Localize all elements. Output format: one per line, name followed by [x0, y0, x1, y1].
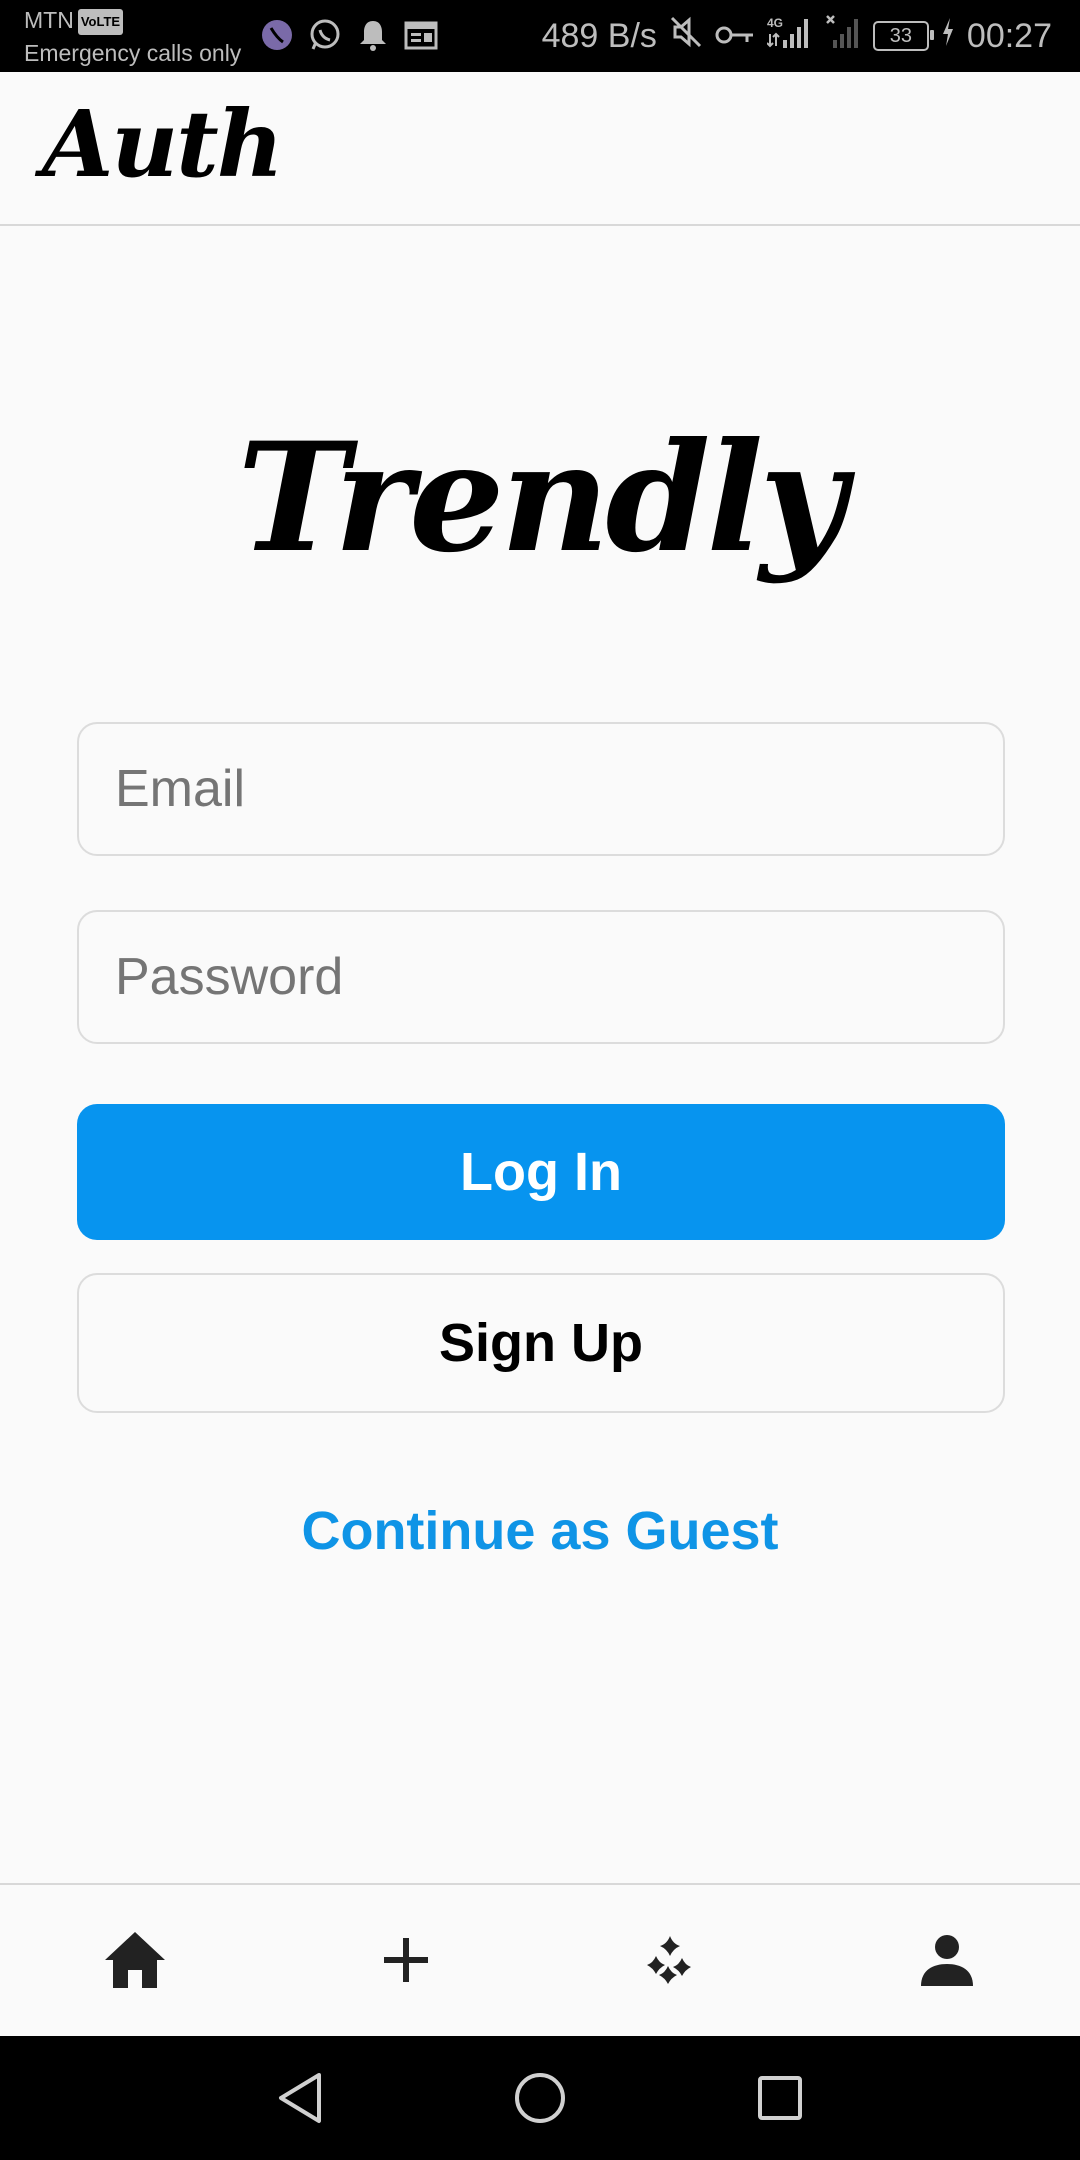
page-title: Auth — [42, 90, 284, 198]
email-input[interactable] — [79, 724, 1003, 854]
tab-explore[interactable] — [630, 1925, 710, 1995]
network-type-label: 4G — [767, 16, 783, 30]
notification-icons — [258, 16, 440, 54]
key-icon — [715, 17, 755, 56]
email-field-container — [77, 722, 1005, 856]
login-button[interactable]: Log In — [77, 1104, 1005, 1240]
viber-icon — [258, 16, 296, 54]
clock: 00:27 — [966, 16, 1052, 55]
continue-as-guest-link[interactable]: Continue as Guest — [0, 1500, 1080, 1562]
tab-add[interactable] — [366, 1925, 446, 1995]
password-input[interactable] — [79, 912, 1003, 1042]
calendar-icon — [402, 16, 440, 54]
status-bar: MTN VoLTE Emergency calls only 489 B/s 4G… — [0, 0, 1080, 72]
password-field-container — [77, 910, 1005, 1044]
nav-back-button[interactable] — [270, 2068, 330, 2128]
home-circle-icon — [515, 2073, 565, 2123]
tab-profile[interactable] — [907, 1925, 987, 1995]
bell-icon — [354, 16, 392, 54]
nav-home-button[interactable] — [510, 2068, 570, 2128]
bottom-tab-bar — [0, 1883, 1080, 2036]
net-speed: 489 B/s — [541, 16, 657, 55]
battery-icon: 33 — [872, 21, 934, 51]
emergency-label: Emergency calls only — [24, 40, 242, 66]
mute-icon — [669, 15, 703, 58]
volte-badge: VoLTE — [77, 8, 124, 35]
status-right: 489 B/s 4G 33 00:27 — [542, 12, 1052, 60]
whatsapp-icon — [306, 16, 344, 54]
explore-icon — [647, 1936, 691, 1984]
no-signal-icon — [825, 14, 861, 59]
carrier-name: MTN — [24, 7, 74, 33]
nav-recents-button[interactable] — [750, 2068, 810, 2128]
carrier-label: MTN VoLTE — [24, 7, 124, 35]
signup-button[interactable]: Sign Up — [77, 1273, 1005, 1413]
back-icon — [279, 2073, 321, 2123]
system-nav-bar — [0, 2036, 1080, 2160]
signal-icon: 4G — [766, 14, 813, 59]
brand-logo: Trendly — [237, 410, 846, 586]
home-icon — [105, 1932, 165, 1988]
charging-icon — [941, 17, 955, 56]
profile-icon — [921, 1935, 973, 1986]
add-icon — [384, 1938, 428, 1982]
tab-home[interactable] — [95, 1925, 175, 1995]
recents-icon — [758, 2076, 802, 2120]
app-header: Auth — [0, 72, 1080, 226]
